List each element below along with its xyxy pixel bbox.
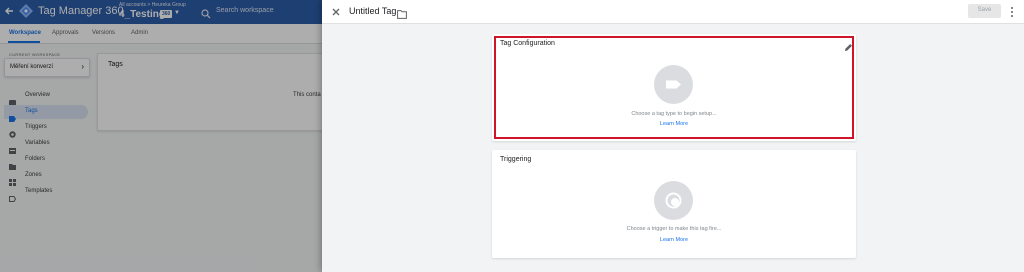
- close-icon[interactable]: [330, 5, 342, 17]
- tag-configuration-hint: Choose a tag type to begin setup...: [631, 111, 717, 117]
- trigger-selector[interactable]: [654, 181, 693, 220]
- trigger-icon: [665, 192, 682, 209]
- tag-configuration-title: Tag Configuration: [500, 40, 555, 47]
- save-button-label: Save: [977, 7, 992, 13]
- triggering-title: Triggering: [500, 156, 532, 163]
- more-vert-icon[interactable]: [1008, 5, 1016, 17]
- triggering-learn-more-link[interactable]: Learn More: [492, 237, 856, 243]
- tag-type-selector[interactable]: [654, 65, 693, 104]
- tag-configuration-learn-more-link[interactable]: Learn More: [492, 121, 856, 127]
- tag-editor-sheet: Untitled Tag Save Tag Configuration Choo…: [322, 0, 1024, 272]
- triggering-card[interactable]: Triggering Choose a trigger to make this…: [492, 150, 856, 258]
- modal-scrim[interactable]: [0, 0, 322, 272]
- tag-editor-header: Untitled Tag Save: [322, 0, 1024, 24]
- edit-pencil-icon[interactable]: [844, 39, 853, 51]
- tag-icon: [666, 80, 681, 89]
- triggering-hint: Choose a trigger to make this tag fire..…: [626, 226, 722, 232]
- tag-name-title[interactable]: Untitled Tag: [349, 6, 396, 16]
- tag-configuration-card[interactable]: Tag Configuration Choose a tag type to b…: [492, 34, 856, 141]
- save-button[interactable]: Save: [968, 4, 1001, 18]
- folder-icon[interactable]: [397, 6, 407, 19]
